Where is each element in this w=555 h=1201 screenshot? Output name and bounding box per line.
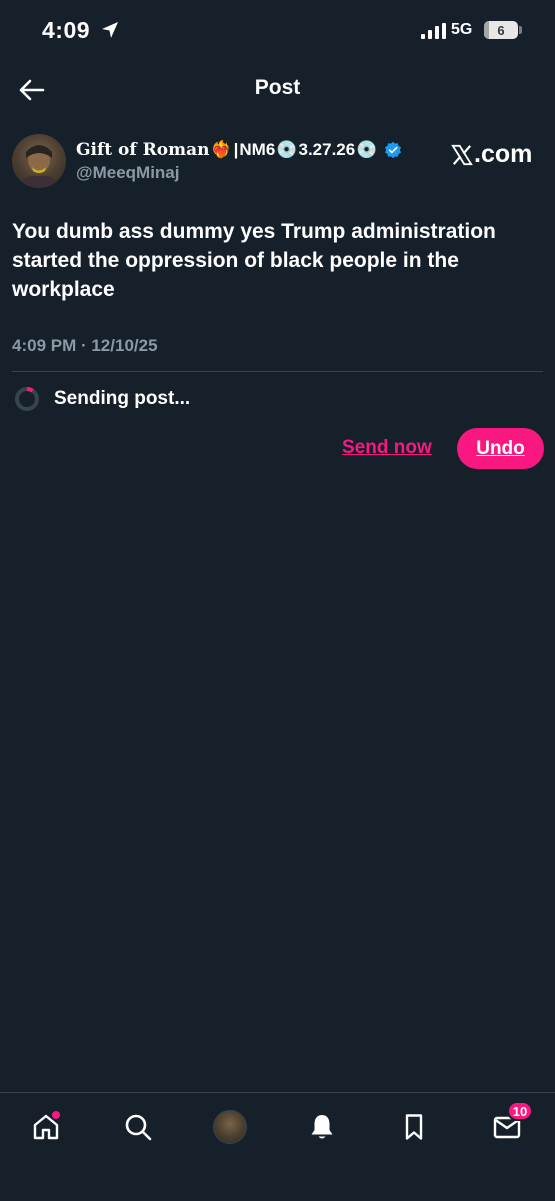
brand-watermark: .com bbox=[451, 140, 532, 169]
home-unread-dot bbox=[52, 1111, 60, 1119]
author-date-tag: 3.27.26 bbox=[298, 140, 356, 159]
post-text: You dumb ass dummy yes Trump administrat… bbox=[12, 220, 496, 301]
author-block: Gift of Roman ❤️‍🔥 | NM6 💿 3.27.26 💿 @Me… bbox=[76, 138, 402, 183]
page-title: Post bbox=[254, 76, 301, 99]
status-time: 4:09 bbox=[42, 17, 91, 43]
location-arrow-icon bbox=[102, 22, 118, 38]
network-label: 5G bbox=[451, 21, 473, 38]
sending-status: Sending post... bbox=[14, 386, 190, 412]
avatar-portrait-icon bbox=[18, 145, 60, 188]
name-separator: | bbox=[233, 140, 239, 159]
status-bar: 4:09 5G 6 bbox=[0, 0, 555, 62]
signal-bars-icon bbox=[421, 23, 446, 39]
bottom-nav: 10 bbox=[0, 1092, 555, 1201]
nav-notifications[interactable] bbox=[302, 1107, 342, 1147]
author-avatar[interactable] bbox=[12, 134, 66, 188]
author-name-suffix: NM6 bbox=[239, 140, 276, 159]
nav-profile[interactable] bbox=[210, 1107, 250, 1147]
nav-search[interactable] bbox=[118, 1107, 158, 1147]
bell-icon bbox=[311, 1115, 333, 1139]
profile-avatar bbox=[213, 1110, 247, 1144]
disc-emoji-2: 💿 bbox=[356, 140, 378, 159]
messages-badge: 10 bbox=[507, 1101, 533, 1121]
battery-indicator: 6 bbox=[484, 21, 518, 39]
spinner-icon bbox=[15, 387, 39, 411]
disc-emoji: 💿 bbox=[276, 140, 298, 159]
nav-bookmarks[interactable] bbox=[394, 1107, 434, 1147]
nav-home[interactable] bbox=[26, 1107, 66, 1147]
heart-fire-emoji: ❤️‍🔥 bbox=[210, 140, 232, 159]
x-logo-icon bbox=[451, 144, 473, 165]
send-now-button[interactable]: Send now bbox=[342, 437, 432, 459]
author-handle[interactable]: @MeeqMinaj bbox=[76, 163, 402, 183]
battery-cap bbox=[519, 26, 522, 34]
author-name-text: Gift of Roman bbox=[76, 140, 210, 160]
verified-badge-icon bbox=[385, 141, 402, 159]
post-timestamp: 4:09 PM · 12/10/25 bbox=[12, 336, 158, 355]
brand-suffix: .com bbox=[474, 140, 533, 168]
sending-label: Sending post... bbox=[54, 388, 191, 409]
bookmark-icon bbox=[405, 1114, 423, 1140]
nav-messages[interactable]: 10 bbox=[487, 1101, 533, 1147]
battery-level: 6 bbox=[497, 22, 505, 38]
battery-fill bbox=[484, 21, 490, 39]
divider bbox=[12, 371, 543, 372]
author-name[interactable]: Gift of Roman ❤️‍🔥 | NM6 💿 3.27.26 💿 bbox=[76, 138, 402, 162]
search-icon bbox=[125, 1114, 152, 1141]
undo-button[interactable]: Undo bbox=[457, 428, 544, 469]
